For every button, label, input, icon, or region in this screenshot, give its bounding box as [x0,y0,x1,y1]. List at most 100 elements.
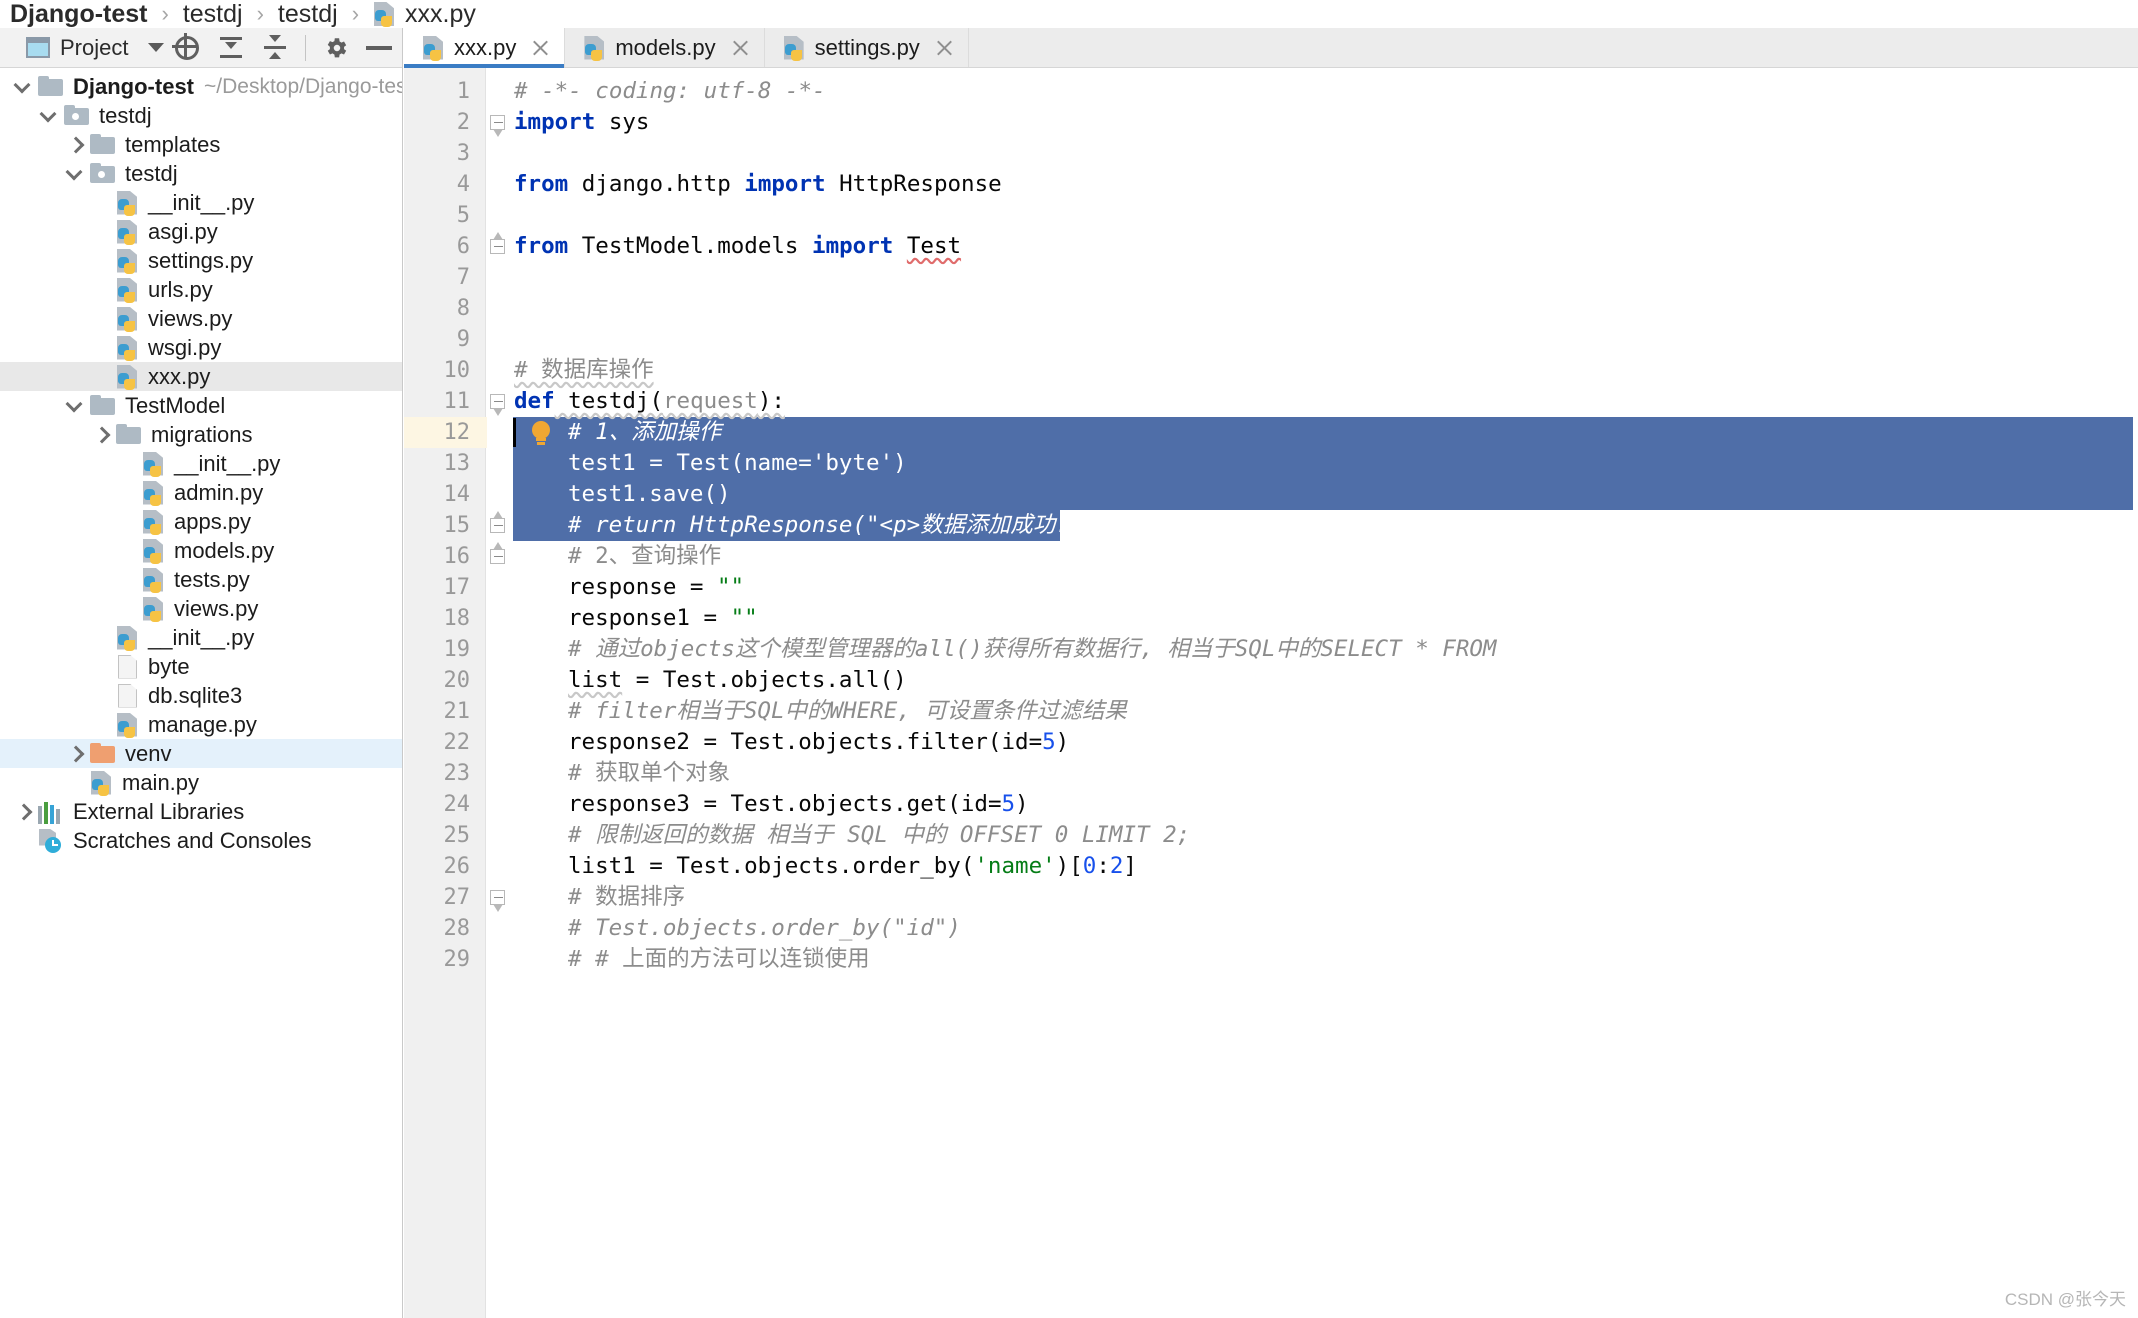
line-number: 4 [456,172,470,197]
breadcrumb-item-testdj[interactable]: testdj [278,0,338,28]
code-line[interactable]: 15 # return HttpResponse("<p>数据添加成功! </p>… [404,510,2138,541]
code-line[interactable]: 9 [404,324,2138,355]
tree-item-settings-py[interactable]: settings.py [0,246,402,275]
code-line[interactable]: 10 # 数据库操作 [404,355,2138,386]
tree-item-byte[interactable]: byte [0,652,402,681]
code-line[interactable]: 25 # 限制返回的数据 相当于 SQL 中的 OFFSET 0 LIMIT 2; [404,820,2138,851]
settings-gear-icon[interactable] [322,34,350,62]
folder-icon [90,133,116,156]
tree-item-venv[interactable]: venv [0,739,402,768]
code-token: test1 = Test(name= [568,450,812,476]
tree-item-wsgi-py[interactable]: wsgi.py [0,333,402,362]
code-lines[interactable]: 1 # -*- coding: utf-8 -*- 2 import sys 3 4 fro… [404,68,2138,1318]
editor-tab-settings-py[interactable]: settings.py [764,28,969,67]
code-line[interactable]: 8 [404,293,2138,324]
editor-tab-xxx-py[interactable]: xxx.py [404,28,566,68]
code-line[interactable]: 26 list1 = Test.objects.order_by('name')[… [404,851,2138,882]
editor-tab-models-py[interactable]: models.py [565,28,765,67]
tree-item-manage-py[interactable]: manage.py [0,710,402,739]
hide-panel-icon[interactable] [366,34,394,62]
tree-item-__init__-py[interactable]: __init__.py [0,623,402,652]
tree-item-views-py[interactable]: views.py [0,594,402,623]
tree-item-xxx-py[interactable]: xxx.py [0,362,402,391]
select-opened-file-icon[interactable] [173,34,201,62]
folder-module-icon [90,162,116,185]
tree-item-scratches-and-consoles[interactable]: Scratches and Consoles [0,826,402,855]
collapse-all-icon[interactable] [217,34,245,62]
fold-end-icon[interactable] [490,511,507,535]
code-line[interactable]: 20 list = Test.objects.all() [404,665,2138,696]
fold-start-icon[interactable] [490,394,507,416]
code-token: = [987,791,1002,817]
code-line[interactable]: 4 from django.http import HttpResponse [404,169,2138,200]
code-line[interactable]: 23 # 获取单个对象 [404,758,2138,789]
tree-item-migrations[interactable]: migrations [0,420,402,449]
code-line[interactable]: 17 response = "" [404,572,2138,603]
line-number: 9 [456,327,470,352]
code-line[interactable]: 5 [404,200,2138,231]
tree-item-models-py[interactable]: models.py [0,536,402,565]
tree-item-templates[interactable]: templates [0,130,402,159]
code-line[interactable]: 1 # -*- coding: utf-8 -*- [404,76,2138,107]
code-line[interactable]: 21 # filter相当于SQL中的WHERE, 可设置条件过滤结果 [404,696,2138,727]
chevron-down-icon[interactable] [148,43,165,52]
chevron-right-icon[interactable] [64,132,90,158]
code-line[interactable]: 14 test1.save() [404,479,2138,510]
tree-item-testmodel[interactable]: TestModel [0,391,402,420]
fold-start-icon[interactable] [490,890,507,912]
tree-item-apps-py[interactable]: apps.py [0,507,402,536]
breadcrumb-item-django-test[interactable]: Django-test [10,0,148,28]
code-line[interactable]: 2 import sys [404,107,2138,138]
code-line[interactable]: 22 response2 = Test.objects.filter(id=5) [404,727,2138,758]
code-line[interactable]: 24 response3 = Test.objects.get(id=5) [404,789,2138,820]
code-line[interactable]: 28 # Test.objects.order_by("id") [404,913,2138,944]
chevron-down-icon[interactable] [64,393,90,419]
expand-all-icon[interactable] [261,34,289,62]
tree-item-__init__-py[interactable]: __init__.py [0,449,402,478]
tree-item-tests-py[interactable]: tests.py [0,565,402,594]
tree-item-asgi-py[interactable]: asgi.py [0,217,402,246]
fold-start-icon[interactable] [490,115,507,137]
close-icon[interactable] [530,38,550,58]
chevron-right-icon[interactable] [90,422,116,448]
intention-bulb-icon[interactable] [530,421,552,445]
tree-item-admin-py[interactable]: admin.py [0,478,402,507]
code-line[interactable]: 13 test1 = Test(name='byte') [404,448,2138,479]
tree-item-db-sqlite3[interactable]: db.sqlite3 [0,681,402,710]
tree-item-__init__-py[interactable]: __init__.py [0,188,402,217]
tree-item-main-py[interactable]: main.py [0,768,402,797]
code-line[interactable]: 27 # 数据排序 [404,882,2138,913]
tree-item-django-test[interactable]: Django-test ~/Desktop/Django-test [0,72,402,101]
code-line[interactable]: 18 response1 = "" [404,603,2138,634]
close-icon[interactable] [730,38,750,58]
chevron-down-icon[interactable] [38,103,64,129]
code-line[interactable]: 29 # # 上面的方法可以连锁使用 [404,944,2138,975]
chevron-right-icon[interactable] [12,799,38,825]
tree-item-external-libraries[interactable]: External Libraries [0,797,402,826]
code-line[interactable]: 11 def testdj(request): [404,386,2138,417]
tree-item-testdj[interactable]: testdj [0,159,402,188]
breadcrumb-item-xxx-py[interactable]: xxx.py [373,0,476,28]
chevron-down-icon[interactable] [64,161,90,187]
code-editor[interactable]: 1 # -*- coding: utf-8 -*- 2 import sys 3 4 fro… [404,68,2138,1318]
python-file-icon [142,537,166,565]
chevron-right-icon[interactable] [64,741,90,767]
code-line[interactable]: 19 # 通过objects这个模型管理器的all()获得所有数据行, 相当于SQ… [404,634,2138,665]
chevron-down-icon[interactable] [12,74,38,100]
fold-end-icon[interactable] [490,542,507,566]
breadcrumb-item-testdj[interactable]: testdj [183,0,243,28]
tree-item-urls-py[interactable]: urls.py [0,275,402,304]
code-line[interactable]: 3 [404,138,2138,169]
fold-end-icon[interactable] [490,232,507,256]
close-icon[interactable] [934,38,954,58]
code-line[interactable]: 6 from TestModel.models import Test [404,231,2138,262]
code-line[interactable]: 12 # 1、添加操作 [404,417,2138,448]
folder-icon [116,423,142,446]
code-line[interactable]: 16 # 2、查询操作 [404,541,2138,572]
python-file-icon [422,34,446,62]
code-line[interactable]: 7 [404,262,2138,293]
tree-item-testdj[interactable]: testdj [0,101,402,130]
tree-item-views-py[interactable]: views.py [0,304,402,333]
